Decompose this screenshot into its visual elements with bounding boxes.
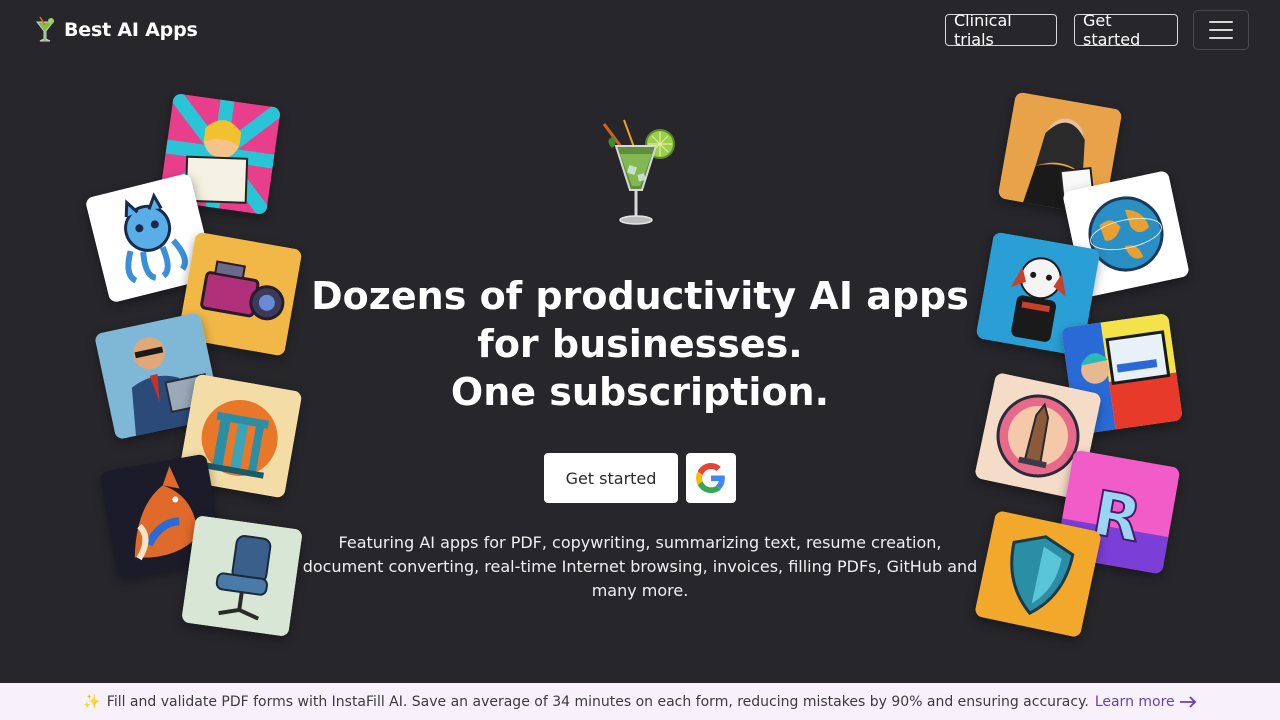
arrow-right-icon (1179, 695, 1196, 708)
sparkles-icon: ✨ (83, 693, 101, 710)
learn-more-link[interactable]: Learn more (1095, 694, 1197, 710)
get-started-button[interactable]: Get started (544, 453, 678, 503)
headline-line: One subscription. (450, 370, 830, 414)
hamburger-bar-icon (1209, 37, 1233, 39)
cocktail-glass-icon (602, 119, 675, 225)
learn-more-label: Learn more (1094, 693, 1175, 710)
brand-name: Best AI Apps (64, 19, 198, 41)
hamburger-bar-icon (1209, 21, 1233, 23)
hero-headline: Dozens of productivity AI apps for busin… (300, 272, 980, 416)
brand-link[interactable]: Best AI Apps (34, 14, 198, 46)
office-chair-tile-icon (181, 515, 303, 637)
hamburger-bar-icon (1209, 29, 1233, 31)
google-icon (696, 463, 725, 493)
hamburger-menu-button[interactable] (1193, 10, 1249, 50)
top-navigation: Best AI Apps Clinical trials Get started (0, 0, 1280, 60)
cocktail-logo-icon (35, 16, 55, 42)
shield-tile-icon (973, 509, 1103, 639)
clinical-trials-button[interactable]: Clinical trials (945, 11, 1057, 49)
google-sign-in-button[interactable] (686, 453, 736, 503)
promo-banner: ✨ Fill and validate PDF forms with Insta… (0, 683, 1280, 720)
hero-description: Featuring AI apps for PDF, copywriting, … (302, 533, 978, 600)
headline-line: for businesses. (477, 322, 803, 366)
headline-line: Dozens of productivity AI apps (311, 274, 969, 318)
banner-text: Fill and validate PDF forms with InstaFi… (106, 693, 1089, 710)
header-get-started-button[interactable]: Get started (1074, 11, 1178, 49)
